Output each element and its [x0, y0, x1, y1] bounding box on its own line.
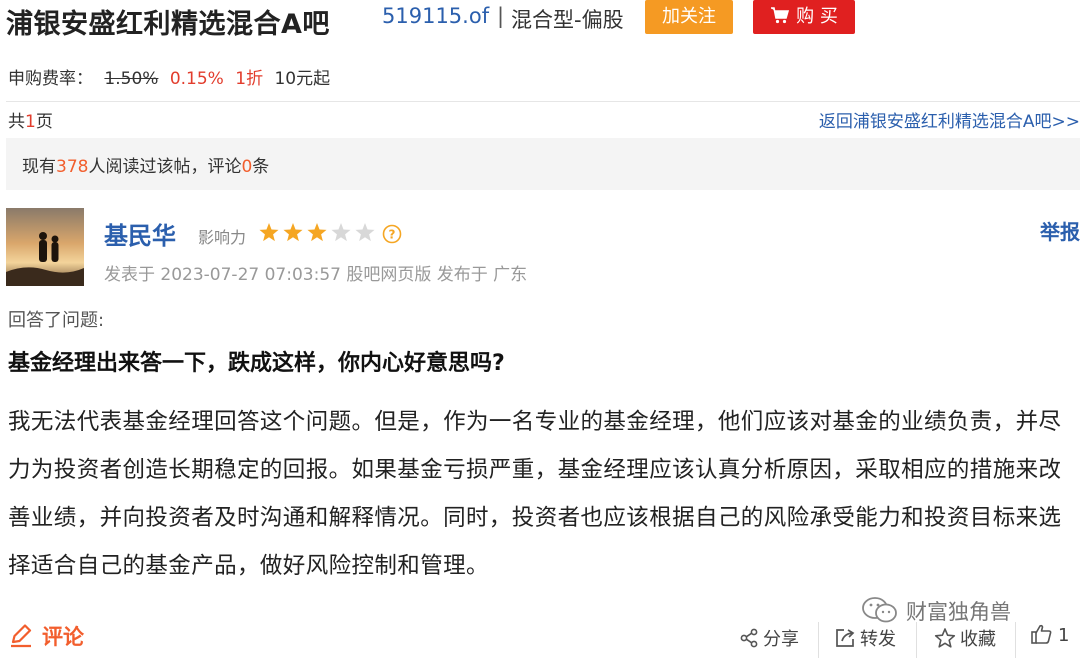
answered-label: 回答了问题:: [8, 310, 105, 331]
forward-label: 转发: [860, 629, 896, 650]
fee-current: 0.15%: [169, 69, 224, 89]
post-meta: 发表于 2023-07-27 07:03:57 股吧网页版 发布于 广东: [104, 265, 528, 285]
action-divider: [916, 622, 917, 658]
stats-readers: 378: [56, 157, 89, 177]
thumbs-up-icon: [1031, 624, 1052, 644]
action-divider: [818, 622, 819, 658]
fee-row: 申购费率： 1.50% 0.15% 1折 10元起: [8, 64, 336, 89]
help-icon[interactable]: ?: [382, 224, 402, 248]
divider: [6, 101, 1080, 102]
fund-type: 混合型-偏股: [511, 8, 624, 32]
share-button[interactable]: 分享: [739, 625, 799, 651]
star-empty-icon: [355, 223, 375, 242]
star-filled-icon: [259, 223, 279, 242]
header-separator: |: [497, 4, 505, 28]
fee-original: 1.50%: [104, 69, 159, 89]
wechat-icon: [862, 597, 897, 623]
influence-stars: [258, 221, 376, 247]
watermark-text: 财富独角兽: [906, 600, 1011, 624]
stats-mid: 人阅读过该帖，评论: [88, 157, 242, 177]
star-empty-icon: [331, 223, 351, 242]
pencil-icon: [11, 624, 32, 648]
follow-button[interactable]: 加关注: [645, 0, 733, 34]
buy-button[interactable]: 购 买: [753, 0, 855, 34]
page-prefix: 共: [8, 112, 25, 132]
fee-discount: 1折: [235, 69, 264, 89]
star-filled-icon: [307, 223, 327, 242]
share-icon: [740, 628, 758, 648]
stats-pre: 现有: [22, 157, 56, 177]
post-body: 我无法代表基金经理回答这个问题。但是，作为一名专业的基金经理，他们应该对基金的业…: [8, 409, 1062, 579]
like-button[interactable]: 1: [1030, 624, 1070, 647]
cart-icon: [771, 7, 790, 24]
star-filled-icon: [283, 223, 303, 242]
comment-button[interactable]: 评论: [8, 621, 84, 651]
page-count: 共1页: [8, 107, 53, 132]
back-to-bar-link[interactable]: 返回浦银安盛红利精选混合A吧>>: [819, 107, 1080, 132]
buy-button-label: 购 买: [796, 6, 838, 27]
stats-text: 现有378人阅读过该帖，评论0条: [22, 152, 269, 177]
collect-label: 收藏: [960, 629, 996, 650]
question-title[interactable]: 基金经理出来答一下，跌成这样，你内心好意思吗?: [8, 345, 505, 377]
page-number: 1: [25, 112, 36, 132]
star-outline-icon: [934, 628, 956, 648]
comment-label: 评论: [42, 625, 84, 649]
fee-label: 申购费率：: [8, 69, 93, 89]
watermark: 财富独角兽: [860, 596, 1011, 628]
bar-title[interactable]: 浦银安盛红利精选混合A吧: [6, 2, 330, 41]
like-count: 1: [1058, 625, 1070, 646]
action-divider: [1015, 622, 1016, 658]
stats-comments: 0: [241, 157, 253, 177]
collect-button[interactable]: 收藏: [934, 625, 996, 651]
fund-code-link[interactable]: 519115.of: [382, 4, 489, 28]
username-link[interactable]: 基民华: [104, 216, 176, 251]
forward-icon: [836, 629, 855, 647]
forward-button[interactable]: 转发: [834, 625, 896, 651]
stats-post: 条: [252, 157, 270, 177]
share-label: 分享: [763, 629, 799, 650]
fee-minimum: 10元起: [274, 69, 331, 89]
svg-text:?: ?: [389, 228, 396, 242]
page-suffix: 页: [35, 112, 53, 132]
report-link[interactable]: 举报: [1040, 216, 1080, 245]
influence-label: 影响力: [198, 228, 247, 247]
avatar[interactable]: [6, 208, 84, 286]
